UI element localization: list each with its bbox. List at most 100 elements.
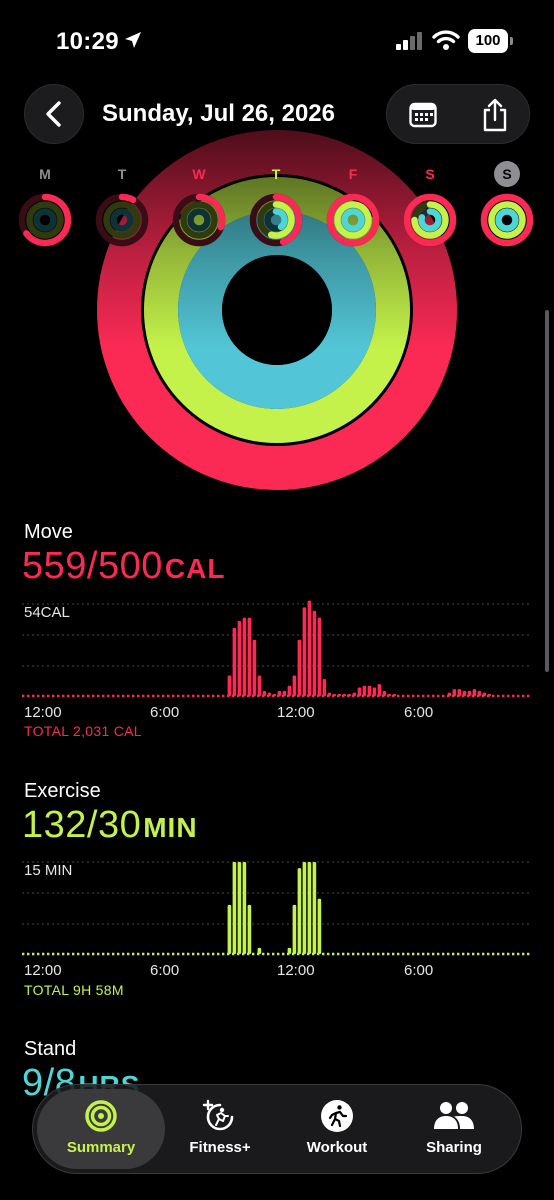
move-chart-bar xyxy=(327,692,332,696)
week-day-letter-5: F xyxy=(348,166,358,182)
tab-fitness-plus-label: Fitness+ xyxy=(189,1139,251,1156)
exercise-chart-bar xyxy=(317,898,322,954)
week-day-rings-4[interactable] xyxy=(247,191,305,249)
chevron-left-icon xyxy=(46,101,61,127)
move-chart-bar xyxy=(332,694,337,696)
week-day-rings-3[interactable] xyxy=(170,191,228,249)
move-chart-bar xyxy=(372,687,377,696)
mini-stand-ring-track xyxy=(187,208,211,232)
battery-level: 100 xyxy=(468,29,508,53)
move-chart-bar xyxy=(317,617,322,696)
move-chart xyxy=(22,600,532,698)
move-chart-bar xyxy=(387,694,392,696)
week-day-rings-7[interactable] xyxy=(478,191,536,249)
exercise-chart-bar xyxy=(247,904,252,954)
tab-sharing[interactable]: Sharing xyxy=(393,1085,515,1173)
mini-stand-ring xyxy=(495,208,519,232)
exercise-chart-bar xyxy=(312,862,317,954)
move-chart-bar xyxy=(447,692,452,696)
exercise-tick-3: 12:00 xyxy=(277,962,315,979)
move-chart-bar xyxy=(252,639,257,696)
mini-stand-ring-track xyxy=(33,208,57,232)
tab-bar: Summary Fitness+ Workout Sharing xyxy=(32,1084,522,1174)
move-total: TOTAL 2,031 CAL xyxy=(24,723,142,739)
move-chart-bar xyxy=(362,685,367,696)
exercise-chart-bar xyxy=(242,862,247,954)
move-tick-4: 6:00 xyxy=(404,704,434,721)
move-value-unit: CAL xyxy=(164,553,226,584)
sharing-people-icon xyxy=(434,1102,474,1129)
summary-rings-icon xyxy=(85,1100,117,1132)
move-chart-bar xyxy=(272,694,277,696)
tab-workout[interactable]: Workout xyxy=(276,1085,398,1173)
exercise-tick-4: 6:00 xyxy=(404,962,434,979)
move-chart-bar xyxy=(287,685,292,696)
move-label: Move xyxy=(24,521,73,543)
week-day-rings-1[interactable] xyxy=(16,191,74,249)
week-day-letter-2: T xyxy=(117,166,127,182)
exercise-tick-2: 6:00 xyxy=(150,962,180,979)
exercise-chart-bar xyxy=(307,862,312,954)
move-chart-bar xyxy=(262,690,267,696)
wifi-icon xyxy=(432,30,460,50)
stand-label: Stand xyxy=(24,1038,77,1060)
week-day-letter-1: M xyxy=(39,166,51,182)
exercise-chart-bar xyxy=(287,947,292,954)
exercise-total: TOTAL 9H 58M xyxy=(24,982,124,998)
exercise-value: 132/30MIN xyxy=(22,804,198,847)
mini-stand-ring xyxy=(341,208,365,232)
week-day-rings-2[interactable] xyxy=(93,191,151,249)
scroll-indicator xyxy=(545,310,549,672)
move-chart-bar xyxy=(277,690,282,696)
move-chart-bar xyxy=(392,694,397,696)
week-day-letter-3: W xyxy=(192,166,206,182)
share-button[interactable] xyxy=(459,85,531,145)
header-actions xyxy=(386,84,530,144)
exercise-chart-bar xyxy=(227,904,232,954)
move-chart-bar xyxy=(282,690,287,696)
share-icon xyxy=(483,98,507,132)
move-chart-bar xyxy=(342,694,347,696)
move-chart-bar xyxy=(477,690,482,696)
move-chart-bar xyxy=(247,617,252,696)
workout-runner-icon xyxy=(321,1100,353,1132)
move-chart-bar xyxy=(267,692,272,696)
move-chart-bar xyxy=(487,694,492,696)
move-value-number: 559/500 xyxy=(22,545,163,587)
move-tick-2: 6:00 xyxy=(150,704,180,721)
tab-fitness-plus[interactable]: Fitness+ xyxy=(159,1085,281,1173)
exercise-chart-bar xyxy=(297,868,302,954)
tab-sharing-label: Sharing xyxy=(426,1139,482,1156)
cellular-signal-icon xyxy=(396,32,422,50)
move-chart-bar xyxy=(257,675,262,696)
battery-tip xyxy=(510,37,513,45)
tab-workout-label: Workout xyxy=(306,1139,368,1156)
move-chart-bar xyxy=(322,678,327,696)
back-button[interactable] xyxy=(24,84,84,144)
move-max-label: 54CAL xyxy=(24,604,70,621)
exercise-chart-bar xyxy=(237,862,242,954)
week-day-rings-6[interactable] xyxy=(401,191,459,249)
calendar-button[interactable] xyxy=(387,85,459,145)
move-chart-bar xyxy=(467,690,472,696)
tab-summary[interactable]: Summary xyxy=(37,1089,165,1169)
move-chart-bar xyxy=(462,690,467,696)
week-day-rings-5[interactable] xyxy=(324,191,382,249)
calendar-icon xyxy=(409,102,437,128)
tab-summary-label: Summary xyxy=(66,1139,136,1156)
week-day-letter-6: S xyxy=(425,166,435,182)
exercise-label: Exercise xyxy=(24,780,101,802)
exercise-tick-1: 12:00 xyxy=(24,962,62,979)
status-bar: 10:29 100 xyxy=(0,0,554,80)
exercise-value-unit: MIN xyxy=(143,812,198,843)
exercise-chart-bar xyxy=(302,862,307,954)
move-chart-bar xyxy=(472,689,477,696)
move-chart-bar xyxy=(352,692,357,696)
move-chart-bar xyxy=(357,687,362,696)
week-day-letter-7: S xyxy=(494,161,520,187)
week-day-letter-4: T xyxy=(271,166,281,182)
move-chart-bar xyxy=(232,627,237,696)
move-chart-bar xyxy=(382,690,387,696)
move-chart-bar xyxy=(292,675,297,696)
move-chart-bar xyxy=(452,689,457,696)
